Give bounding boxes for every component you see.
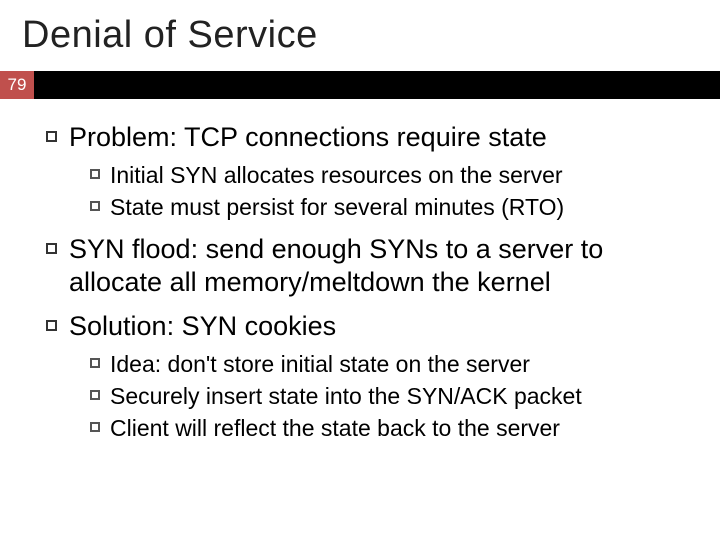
square-bullet-icon (46, 243, 57, 254)
bullet-level1: Problem: TCP connections require state (46, 121, 690, 155)
bullet-text: Securely insert state into the SYN/ACK p… (110, 382, 582, 412)
bullet-text: State must persist for several minutes (… (110, 193, 564, 223)
bullet-text: Problem: TCP connections require state (69, 121, 547, 155)
bullet-level2: Idea: don't store initial state on the s… (90, 350, 690, 380)
bullet-level1: SYN flood: send enough SYNs to a server … (46, 233, 690, 301)
bullet-level1: Solution: SYN cookies (46, 310, 690, 344)
bullet-text: Solution: SYN cookies (69, 310, 336, 344)
bullet-level2: Client will reflect the state back to th… (90, 414, 690, 444)
bullet-text: Idea: don't store initial state on the s… (110, 350, 530, 380)
header-bar: 79 (0, 71, 720, 99)
bullet-text: Client will reflect the state back to th… (110, 414, 560, 444)
slide-content: Problem: TCP connections require state I… (0, 99, 720, 443)
slide-number: 79 (0, 71, 34, 99)
slide-title: Denial of Service (0, 0, 720, 71)
square-bullet-icon (46, 131, 57, 142)
slide: Denial of Service 79 Problem: TCP connec… (0, 0, 720, 540)
bullet-text: Initial SYN allocates resources on the s… (110, 161, 563, 191)
bullet-text: SYN flood: send enough SYNs to a server … (69, 233, 690, 301)
square-bullet-icon (46, 320, 57, 331)
square-bullet-icon (90, 169, 100, 179)
bullet-level2: Initial SYN allocates resources on the s… (90, 161, 690, 191)
square-bullet-icon (90, 358, 100, 368)
bullet-level2: Securely insert state into the SYN/ACK p… (90, 382, 690, 412)
square-bullet-icon (90, 422, 100, 432)
square-bullet-icon (90, 201, 100, 211)
bullet-level2: State must persist for several minutes (… (90, 193, 690, 223)
square-bullet-icon (90, 390, 100, 400)
